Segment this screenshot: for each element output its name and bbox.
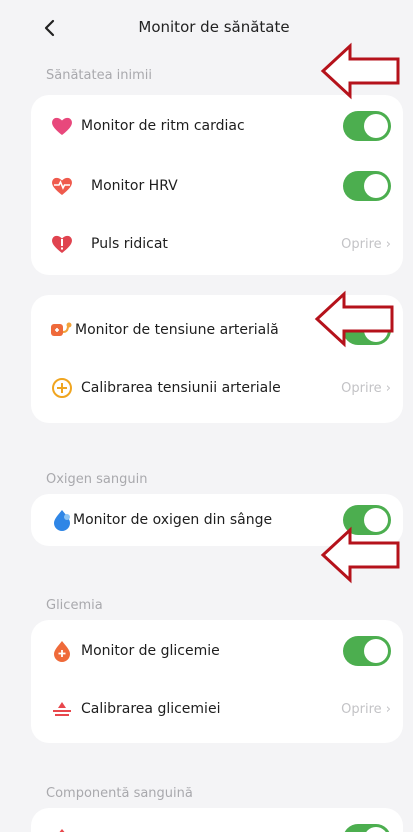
section-label-heart: Sănătatea inimii xyxy=(46,68,153,83)
toggle-knob xyxy=(364,639,388,663)
row-blood-component[interactable] xyxy=(31,810,403,832)
heart-rate-toggle[interactable] xyxy=(343,111,391,141)
toggle-knob xyxy=(364,114,388,138)
hrv-toggle[interactable] xyxy=(343,171,391,201)
annotation-arrow-3 xyxy=(320,526,400,584)
glucose-monitor-toggle[interactable] xyxy=(343,636,391,666)
row-bp-calibration[interactable]: Calibrarea tensiunii arteriale Oprire › xyxy=(31,359,403,417)
blood-component-icon xyxy=(50,827,74,832)
row-glucose-monitor[interactable]: Monitor de glicemie xyxy=(31,622,403,680)
row-label: Calibrarea tensiunii arteriale xyxy=(81,380,281,396)
row-label: Monitor de tensiune arterială xyxy=(75,322,279,338)
section-label-oxygen: Oxigen sanguin xyxy=(46,472,148,487)
glucose-calibration-status[interactable]: Oprire › xyxy=(341,702,391,717)
toggle-knob xyxy=(364,174,388,198)
row-heart-rate[interactable]: Monitor de ritm cardiac xyxy=(31,97,403,155)
heart-pulse-icon xyxy=(50,174,74,198)
card-blood-component xyxy=(31,808,403,832)
heart-alert-icon xyxy=(50,232,74,256)
calibration-icon xyxy=(50,376,74,400)
row-high-pulse[interactable]: Puls ridicat Oprire › xyxy=(31,215,403,273)
section-label-blood: Componentă sanguină xyxy=(46,786,193,801)
blood-pressure-icon xyxy=(50,318,74,342)
section-label-glucose: Glicemia xyxy=(46,598,103,613)
toggle-knob xyxy=(364,827,388,832)
high-pulse-status[interactable]: Oprire › xyxy=(341,237,391,252)
row-label: Calibrarea glicemiei xyxy=(81,701,221,717)
scale-icon xyxy=(50,697,74,721)
glucose-drop-icon xyxy=(50,639,74,663)
screen: Monitor de sănătate Sănătatea inimii Mon… xyxy=(18,0,410,832)
row-label: Puls ridicat xyxy=(91,236,168,252)
row-label: Monitor de ritm cardiac xyxy=(81,118,245,134)
blood-drop-icon xyxy=(50,508,74,532)
row-label: Monitor de oxigen din sânge xyxy=(73,512,273,528)
annotation-arrow-1 xyxy=(320,42,400,100)
bp-calibration-status[interactable]: Oprire › xyxy=(341,381,391,396)
row-glucose-calibration[interactable]: Calibrarea glicemiei Oprire › xyxy=(31,680,403,738)
card-glucose: Monitor de glicemie Calibrarea glicemiei… xyxy=(31,620,403,743)
heart-icon xyxy=(50,114,74,138)
row-hrv[interactable]: Monitor HRV xyxy=(31,157,403,215)
row-label: Monitor de glicemie xyxy=(81,643,220,659)
card-heart: Monitor de ritm cardiac Monitor HRV Puls… xyxy=(31,95,403,275)
annotation-arrow-2 xyxy=(314,290,394,348)
blood-component-toggle[interactable] xyxy=(343,824,391,832)
row-label: Monitor HRV xyxy=(91,178,178,194)
page-title: Monitor de sănătate xyxy=(138,18,290,36)
